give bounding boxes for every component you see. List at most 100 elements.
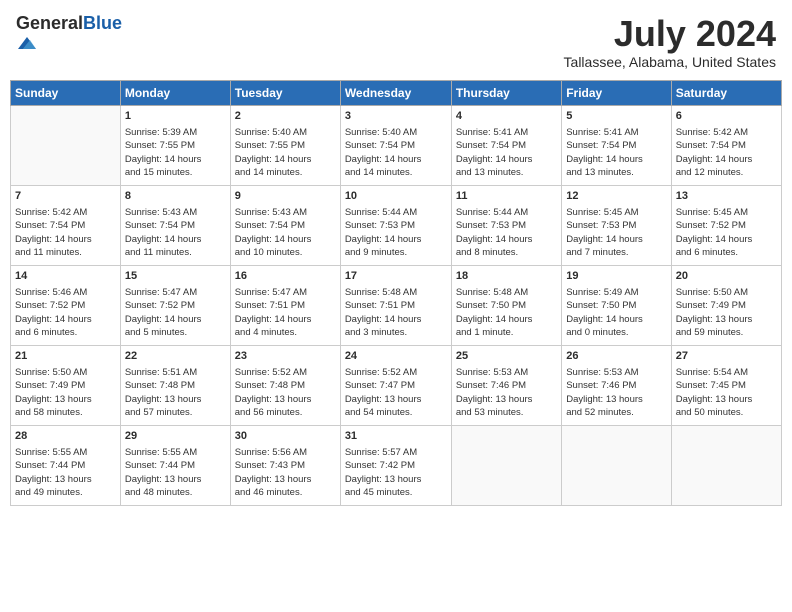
day-info-line: Sunrise: 5:40 AM	[235, 126, 336, 139]
day-info-line: and 56 minutes.	[235, 406, 336, 419]
calendar-week-row: 7Sunrise: 5:42 AMSunset: 7:54 PMDaylight…	[11, 185, 782, 265]
day-info-line: Daylight: 14 hours	[15, 313, 116, 326]
day-info-line: Sunset: 7:45 PM	[676, 379, 777, 392]
day-info-line: and 7 minutes.	[566, 246, 666, 259]
day-info-line: Sunrise: 5:55 AM	[15, 446, 116, 459]
day-info-line: Sunrise: 5:46 AM	[15, 286, 116, 299]
calendar-cell: 3Sunrise: 5:40 AMSunset: 7:54 PMDaylight…	[340, 105, 451, 185]
calendar-cell: 31Sunrise: 5:57 AMSunset: 7:42 PMDayligh…	[340, 425, 451, 505]
day-info-line: Sunrise: 5:52 AM	[235, 366, 336, 379]
day-info-line: and 6 minutes.	[15, 326, 116, 339]
day-info-line: Sunrise: 5:39 AM	[125, 126, 226, 139]
day-number: 23	[235, 349, 336, 364]
day-number: 28	[15, 429, 116, 444]
day-info-line: Sunrise: 5:41 AM	[456, 126, 557, 139]
day-info-line: Sunset: 7:50 PM	[566, 299, 666, 312]
day-info-line: and 57 minutes.	[125, 406, 226, 419]
day-number: 6	[676, 109, 777, 124]
calendar-cell: 1Sunrise: 5:39 AMSunset: 7:55 PMDaylight…	[120, 105, 230, 185]
day-info-line: Sunrise: 5:53 AM	[566, 366, 666, 379]
day-info-line: and 11 minutes.	[125, 246, 226, 259]
calendar-cell: 20Sunrise: 5:50 AMSunset: 7:49 PMDayligh…	[671, 265, 781, 345]
day-info-line: and 14 minutes.	[235, 166, 336, 179]
day-info-line: Daylight: 14 hours	[676, 233, 777, 246]
day-info-line: Daylight: 14 hours	[345, 153, 447, 166]
day-info-line: and 49 minutes.	[15, 486, 116, 499]
day-number: 12	[566, 189, 666, 204]
logo-icon	[18, 34, 36, 52]
day-info-line: Daylight: 14 hours	[235, 313, 336, 326]
calendar-header-row: SundayMondayTuesdayWednesdayThursdayFrid…	[11, 80, 782, 105]
day-info-line: Daylight: 14 hours	[235, 153, 336, 166]
day-info-line: Daylight: 13 hours	[15, 393, 116, 406]
day-info-line: Sunset: 7:52 PM	[676, 219, 777, 232]
day-info-line: Sunrise: 5:44 AM	[456, 206, 557, 219]
day-info-line: Sunset: 7:46 PM	[566, 379, 666, 392]
location-text: Tallassee, Alabama, United States	[564, 54, 776, 70]
day-info-line: Sunset: 7:54 PM	[345, 139, 447, 152]
day-info-line: Daylight: 14 hours	[125, 153, 226, 166]
day-number: 2	[235, 109, 336, 124]
day-info-line: Daylight: 13 hours	[676, 313, 777, 326]
day-info-line: Daylight: 13 hours	[566, 393, 666, 406]
calendar-week-row: 1Sunrise: 5:39 AMSunset: 7:55 PMDaylight…	[11, 105, 782, 185]
day-header-thursday: Thursday	[451, 80, 561, 105]
day-header-friday: Friday	[562, 80, 671, 105]
calendar-cell: 22Sunrise: 5:51 AMSunset: 7:48 PMDayligh…	[120, 345, 230, 425]
day-info-line: Daylight: 13 hours	[456, 393, 557, 406]
day-number: 3	[345, 109, 447, 124]
day-info-line: Sunset: 7:54 PM	[235, 219, 336, 232]
day-info-line: and 50 minutes.	[676, 406, 777, 419]
day-number: 13	[676, 189, 777, 204]
calendar-cell: 4Sunrise: 5:41 AMSunset: 7:54 PMDaylight…	[451, 105, 561, 185]
day-info-line: Daylight: 14 hours	[345, 233, 447, 246]
day-number: 7	[15, 189, 116, 204]
day-info-line: Sunset: 7:48 PM	[235, 379, 336, 392]
calendar-cell: 26 Sunrise: 5:53 AMSunset: 7:46 PMDayligh…	[562, 345, 671, 425]
day-number: 19	[566, 269, 666, 284]
day-info-line: Daylight: 13 hours	[345, 393, 447, 406]
calendar-cell: 6Sunrise: 5:42 AMSunset: 7:54 PMDaylight…	[671, 105, 781, 185]
day-info-line: and 58 minutes.	[15, 406, 116, 419]
logo-general-text: General	[16, 13, 83, 33]
title-block: July 2024 Tallassee, Alabama, United Sta…	[564, 14, 776, 70]
calendar-table: SundayMondayTuesdayWednesdayThursdayFrid…	[10, 80, 782, 506]
calendar-cell: 19Sunrise: 5:49 AMSunset: 7:50 PMDayligh…	[562, 265, 671, 345]
calendar-cell	[562, 425, 671, 505]
calendar-cell: 23 Sunrise: 5:52 AMSunset: 7:48 PMDayligh…	[230, 345, 340, 425]
day-info-line: Sunrise: 5:41 AM	[566, 126, 666, 139]
day-info-line: Sunset: 7:43 PM	[235, 459, 336, 472]
calendar-cell: 12Sunrise: 5:45 AMSunset: 7:53 PMDayligh…	[562, 185, 671, 265]
day-info-line: Sunrise: 5:54 AM	[676, 366, 777, 379]
day-header-wednesday: Wednesday	[340, 80, 451, 105]
day-number: 16	[235, 269, 336, 284]
day-info-line: Sunset: 7:44 PM	[15, 459, 116, 472]
page-header: GeneralBlue July 2024 Tallassee, Alabama…	[10, 10, 782, 74]
day-info-line: Daylight: 14 hours	[676, 153, 777, 166]
day-info-line: Sunset: 7:48 PM	[125, 379, 226, 392]
day-info-line: and 46 minutes.	[235, 486, 336, 499]
day-info-line: and 54 minutes.	[345, 406, 447, 419]
day-info-line: Sunset: 7:44 PM	[125, 459, 226, 472]
day-info-line: Daylight: 13 hours	[235, 393, 336, 406]
day-info-line: Sunset: 7:54 PM	[15, 219, 116, 232]
day-info-line: Sunrise: 5:45 AM	[676, 206, 777, 219]
day-number: 20	[676, 269, 777, 284]
day-info-line: Sunset: 7:53 PM	[566, 219, 666, 232]
day-info-line: Sunrise: 5:44 AM	[345, 206, 447, 219]
day-info-line: Sunset: 7:47 PM	[345, 379, 447, 392]
day-info-line: Sunset: 7:53 PM	[456, 219, 557, 232]
calendar-cell: 13 Sunrise: 5:45 AMSunset: 7:52 PMDayligh…	[671, 185, 781, 265]
day-info-line: and 1 minute.	[456, 326, 557, 339]
day-info-line: Sunset: 7:55 PM	[125, 139, 226, 152]
day-info-line: Sunset: 7:52 PM	[125, 299, 226, 312]
day-number: 15	[125, 269, 226, 284]
day-info-line: and 8 minutes.	[456, 246, 557, 259]
calendar-cell: 30Sunrise: 5:56 AMSunset: 7:43 PMDayligh…	[230, 425, 340, 505]
calendar-body: 1Sunrise: 5:39 AMSunset: 7:55 PMDaylight…	[11, 105, 782, 505]
day-info-line: and 0 minutes.	[566, 326, 666, 339]
day-info-line: Sunset: 7:46 PM	[456, 379, 557, 392]
day-info-line: and 3 minutes.	[345, 326, 447, 339]
day-info-line: Sunset: 7:55 PM	[235, 139, 336, 152]
day-number: 26	[566, 349, 666, 364]
